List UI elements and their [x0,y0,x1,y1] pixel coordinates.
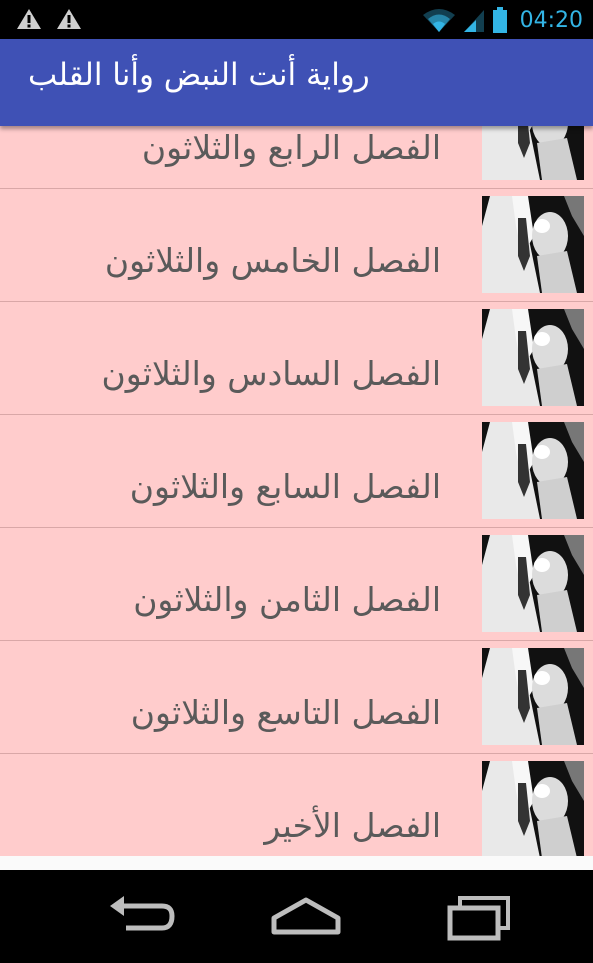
cell-signal-icon [463,10,484,32]
cover-image [482,761,584,856]
list-item[interactable]: الفصل التاسع والثلاثون [0,641,593,754]
chapter-title: الفصل السابع والثلاثون [129,467,441,506]
list-item[interactable]: الفصل الثامن والثلاثون [0,528,593,641]
chapter-list[interactable]: الفصل الرابع والثلاثون الفصل الخامس والث… [0,126,593,856]
list-item[interactable]: الفصل السادس والثلاثون [0,302,593,415]
page-title: رواية أنت النبض وأنا القلب [28,57,370,93]
list-item[interactable]: الفصل الخامس والثلاثون [0,189,593,302]
navigation-bar [0,870,593,963]
status-clock: 04:20 [519,7,583,33]
cover-image [482,422,584,519]
home-icon[interactable] [266,892,346,942]
chapter-title: الفصل الأخير [264,806,441,845]
cover-image [482,309,584,406]
battery-icon [492,7,507,33]
chapter-title: الفصل الرابع والثلاثون [141,128,441,167]
warning-icon [57,9,81,29]
list-item[interactable]: الفصل الأخير [0,754,593,856]
app-bar: رواية أنت النبض وأنا القلب [0,39,593,126]
warning-icon [17,9,41,29]
chapter-title: الفصل الخامس والثلاثون [104,241,441,280]
list-item[interactable]: الفصل الرابع والثلاثون [0,126,593,189]
cover-image [482,648,584,745]
back-icon[interactable] [100,892,180,942]
chapter-title: الفصل السادس والثلاثون [101,354,441,393]
chapter-title: الفصل التاسع والثلاثون [130,693,441,732]
list-bottom-edge [0,856,593,870]
cover-image [482,196,584,293]
recents-icon[interactable] [440,892,520,942]
cover-image [482,126,584,180]
status-bar: 04:20 [0,0,593,39]
chapter-title: الفصل الثامن والثلاثون [133,580,441,619]
wifi-icon [422,9,455,32]
list-item[interactable]: الفصل السابع والثلاثون [0,415,593,528]
cover-image [482,535,584,632]
